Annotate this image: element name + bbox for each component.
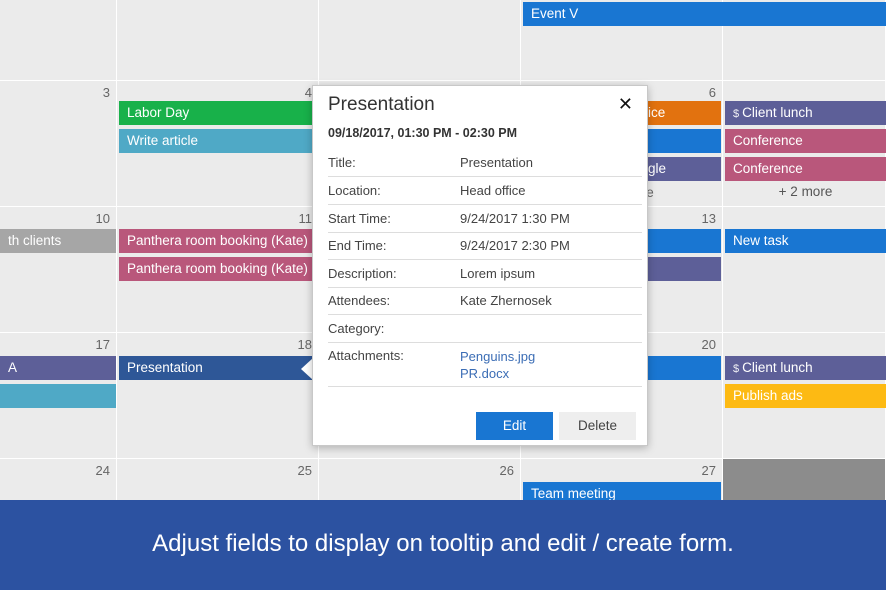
dollar-icon: $ <box>733 108 740 120</box>
day-cell[interactable] <box>0 0 117 81</box>
event-bar[interactable] <box>0 384 116 408</box>
day-cell[interactable] <box>117 0 319 81</box>
field-value: Presentation <box>460 155 533 170</box>
event-bar[interactable]: Conference <box>725 157 886 181</box>
event-bar[interactable]: Publish ads <box>725 384 886 408</box>
day-cell[interactable] <box>723 207 886 333</box>
event-bar[interactable]: Labor Day <box>119 101 317 125</box>
day-number: 27 <box>701 463 716 478</box>
caption-banner: Adjust fields to display on tooltip and … <box>0 500 886 590</box>
day-number: 6 <box>708 85 716 100</box>
delete-button[interactable]: Delete <box>559 412 636 440</box>
event-bar[interactable]: th clients <box>0 229 116 253</box>
event-bar[interactable]: A <box>0 356 116 380</box>
event-label: Client lunch <box>742 105 813 120</box>
event-bar[interactable] <box>640 356 721 380</box>
day-cell[interactable]: 10 <box>0 207 117 333</box>
event-bar[interactable]: Panthera room booking (Kate) <box>119 257 317 281</box>
field-value: 9/24/2017 1:30 PM <box>460 211 570 226</box>
field-value: Lorem ipsum <box>460 266 536 281</box>
day-number: 20 <box>701 337 716 352</box>
field-value: Kate Zhernosek <box>460 293 552 308</box>
event-bar[interactable]: Write article <box>119 129 317 153</box>
tooltip-date-range: 09/18/2017, 01:30 PM - 02:30 PM <box>328 126 518 140</box>
field-row-location: Location: Head office <box>328 177 642 205</box>
day-cell[interactable]: 18 <box>117 333 319 459</box>
field-label: Title: <box>328 155 356 170</box>
field-row-end-time: End Time: 9/24/2017 2:30 PM <box>328 232 642 260</box>
field-row-title: Title: Presentation <box>328 149 642 177</box>
field-value: 9/24/2017 2:30 PM <box>460 238 570 253</box>
attachment-list: Penguins.jpg PR.docx <box>460 348 535 382</box>
field-row-start-time: Start Time: 9/24/2017 1:30 PM <box>328 205 642 233</box>
more-link[interactable]: + 2 more <box>725 184 886 199</box>
field-label: End Time: <box>328 238 387 253</box>
attachment-link[interactable]: PR.docx <box>460 365 535 382</box>
day-number: 10 <box>95 211 110 226</box>
tooltip-title: Presentation <box>328 94 435 115</box>
field-row-category: Category: <box>328 315 642 343</box>
event-label: Client lunch <box>742 360 813 375</box>
field-label: Location: <box>328 183 381 198</box>
field-label: Description: <box>328 266 397 281</box>
day-cell[interactable] <box>319 0 521 81</box>
event-bar[interactable] <box>640 129 721 153</box>
day-number: 4 <box>304 85 312 100</box>
day-number: 11 <box>298 211 313 226</box>
event-bar[interactable]: gle <box>640 157 721 181</box>
day-number: 18 <box>297 337 312 352</box>
field-label: Start Time: <box>328 211 391 226</box>
day-number: 24 <box>95 463 110 478</box>
field-row-attendees: Attendees: Kate Zhernosek <box>328 287 642 315</box>
day-number: 25 <box>297 463 312 478</box>
field-label: Attachments: <box>328 348 404 363</box>
edit-button[interactable]: Edit <box>476 412 553 440</box>
field-value: Head office <box>460 183 526 198</box>
event-tooltip: Presentation ✕ 09/18/2017, 01:30 PM - 02… <box>312 85 648 446</box>
event-bar[interactable]: Presentation <box>119 356 317 380</box>
event-bar[interactable]: ice <box>640 101 721 125</box>
close-icon[interactable]: ✕ <box>618 94 633 115</box>
event-bar[interactable] <box>640 257 721 281</box>
event-bar[interactable]: $ Client lunch <box>725 356 886 380</box>
field-row-attachments: Attachments: Penguins.jpg PR.docx <box>328 342 642 387</box>
event-bar[interactable] <box>640 229 721 253</box>
attachment-link[interactable]: Penguins.jpg <box>460 348 535 365</box>
event-bar[interactable]: New task <box>725 229 886 253</box>
event-bar[interactable]: Event V <box>523 2 886 26</box>
event-bar[interactable]: Panthera room booking (Kate) <box>119 229 317 253</box>
field-label: Attendees: <box>328 293 391 308</box>
field-row-description: Description: Lorem ipsum <box>328 260 642 288</box>
day-number: 17 <box>95 337 110 352</box>
event-bar[interactable]: $ Client lunch <box>725 101 886 125</box>
day-number: 3 <box>102 85 110 100</box>
dollar-icon: $ <box>733 363 740 375</box>
day-cell[interactable]: 3 <box>0 81 117 207</box>
field-label: Category: <box>328 321 385 336</box>
event-bar[interactable]: Conference <box>725 129 886 153</box>
day-number: 13 <box>701 211 716 226</box>
caption-text: Adjust fields to display on tooltip and … <box>152 530 734 557</box>
day-number: 26 <box>499 463 514 478</box>
